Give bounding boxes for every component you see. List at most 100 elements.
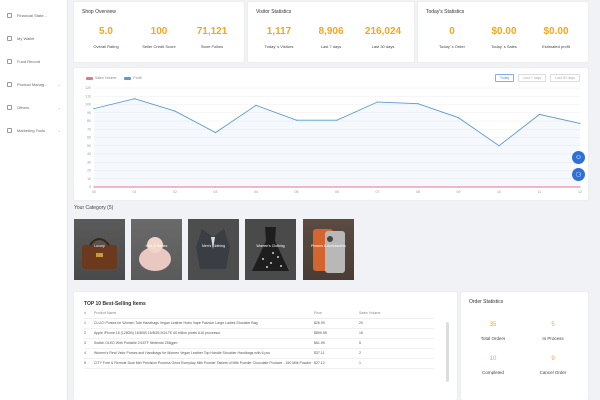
stat-todays-sales: $0.00 Today' s Sales xyxy=(476,26,532,49)
dress-image xyxy=(252,227,289,271)
y-tick-label: 120 xyxy=(85,86,91,90)
support-button[interactable]: ⚆ xyxy=(572,168,585,181)
grid-icon xyxy=(7,105,12,110)
todays-statistics-card: Today's Statistics 0 Today' s Order $0.0… xyxy=(418,2,588,62)
stat-last-7-days: 8,906 Last 7 days xyxy=(303,26,359,49)
profit-point[interactable] xyxy=(93,108,95,110)
profit-point[interactable] xyxy=(295,119,298,121)
row-sales-volume: 20 xyxy=(359,318,434,329)
table-row[interactable]: 5 CITY Fore & Remote Dual Met Precision … xyxy=(84,358,434,369)
megaphone-icon xyxy=(7,128,12,133)
sales-volume-point[interactable] xyxy=(579,186,581,188)
profit-point[interactable] xyxy=(376,101,379,103)
sidebar-item-my-wallet[interactable]: My Wallet xyxy=(0,27,67,50)
order-stat-completed: 10 Completed xyxy=(463,356,523,375)
sales-volume-point[interactable] xyxy=(133,186,136,188)
sidebar-item-product-management[interactable]: Product Manag... ⌄ xyxy=(0,73,67,96)
sales-volume-point[interactable] xyxy=(538,186,541,188)
sidebar-item-fund-record[interactable]: Fund Record xyxy=(0,50,67,73)
sales-volume-point[interactable] xyxy=(457,186,460,188)
stat-overall-rating: 5.0 Overall Rating xyxy=(78,26,134,49)
row-sales-volume: 2 xyxy=(359,348,434,359)
sidebar-item-others[interactable]: Others ⌄ xyxy=(0,96,67,119)
row-product-name: CLUCI Purses for Women Tote Handbags Veg… xyxy=(94,318,314,329)
record-icon xyxy=(7,59,12,64)
x-tick-label: 00 xyxy=(92,190,96,194)
profit-point[interactable] xyxy=(538,113,541,115)
table-row[interactable]: 1 CLUCI Purses for Women Tote Handbags V… xyxy=(84,318,434,329)
sales-volume-point[interactable] xyxy=(498,186,500,188)
stat-value: 5.0 xyxy=(99,26,113,37)
y-tick-label: 100 xyxy=(85,103,91,107)
row-rank: 3 xyxy=(84,338,94,349)
order-stat-value: 35 xyxy=(489,322,497,328)
order-stat-total: 35 Total Orders xyxy=(463,322,523,341)
order-stat-label: Cancel Order xyxy=(539,370,567,375)
sales-volume-point[interactable] xyxy=(295,186,298,188)
table-row[interactable]: 2 Apple iPhone 15 (128GB) 15/8GB 15/8GB … xyxy=(84,328,434,339)
stat-value: 0 xyxy=(449,26,455,37)
category-kids-babies[interactable]: Kids & Babies xyxy=(131,219,182,280)
card-title: Today's Statistics xyxy=(426,9,465,15)
profit-point[interactable] xyxy=(174,110,176,112)
stat-label: Store Follow xyxy=(200,44,224,49)
visitor-statistics-card: Visitor Statistics 1,117 Today' s Visito… xyxy=(248,2,414,62)
chat-button[interactable]: ☺ xyxy=(572,151,585,164)
profit-point[interactable] xyxy=(336,119,338,121)
y-tick-label: 80 xyxy=(87,119,91,123)
category-title: Your Category xyxy=(74,205,106,211)
profit-point[interactable] xyxy=(579,122,581,125)
table-row[interactable]: 4 Women's Real Velor Purses and Handbags… xyxy=(84,348,434,359)
row-product-name: CITY Fore & Remote Dual Met Precision Pr… xyxy=(94,358,314,369)
stat-last-30-days: 216,024 Last 30 days xyxy=(355,26,411,49)
stat-label: Overall Rating xyxy=(93,44,119,49)
sidebar-item-label: My Wallet xyxy=(17,36,35,41)
sales-volume-point[interactable] xyxy=(255,186,257,188)
category-luxury[interactable]: Luxury xyxy=(74,219,125,280)
stat-value: 216,024 xyxy=(364,26,402,37)
sales-volume-point[interactable] xyxy=(336,186,338,188)
sales-volume-point[interactable] xyxy=(417,186,419,188)
box-icon xyxy=(7,82,12,87)
profit-point[interactable] xyxy=(498,145,500,147)
order-stat-label: Completed xyxy=(482,370,504,375)
row-price: $61.95 xyxy=(314,338,359,349)
category-count: (5) xyxy=(107,205,114,211)
row-price: $27.12 xyxy=(314,358,359,369)
sidebar-item-label: Others xyxy=(17,105,30,110)
stat-store-follow: 71,121 Store Follow xyxy=(184,26,240,49)
stat-label: Today' s Order xyxy=(439,44,465,49)
stat-value: 71,121 xyxy=(196,26,228,37)
y-tick-label: 90 xyxy=(87,111,91,115)
x-tick-label: 01 xyxy=(133,190,137,194)
table-row[interactable]: 3 Switch OLED With Portable 2/16TF Ninte… xyxy=(84,338,434,349)
table-header-row: # Product Name Price Sales Volume xyxy=(84,309,434,319)
row-price: $899.98 xyxy=(314,328,359,339)
x-tick-label: 09 xyxy=(457,190,461,194)
x-tick-label: 06 xyxy=(335,190,339,194)
profit-point[interactable] xyxy=(255,104,257,106)
category-mens-clothing[interactable]: Men's Clothing xyxy=(188,219,239,280)
sales-volume-point[interactable] xyxy=(174,186,176,188)
category-phones-accessories[interactable]: Phones & Accessories xyxy=(303,219,354,280)
y-tick-label: 50 xyxy=(87,144,91,148)
card-title: Visitor Statistics xyxy=(256,9,292,15)
profit-area xyxy=(94,98,580,187)
sales-volume-point[interactable] xyxy=(214,186,217,188)
sales-volume-point[interactable] xyxy=(93,186,95,188)
sidebar-item-marketing-tools[interactable]: Marketing Tools ⌄ xyxy=(0,119,67,142)
profit-point[interactable] xyxy=(214,131,217,134)
stat-label: Today' s Sales xyxy=(491,44,517,49)
category-heading: Your Category (5) xyxy=(74,205,113,211)
profit-point[interactable] xyxy=(417,103,419,105)
table-scrollbar[interactable] xyxy=(446,322,449,382)
category-womens-clothing[interactable]: Women's Clothing xyxy=(245,219,296,280)
profit-point[interactable] xyxy=(457,117,460,119)
order-stat-value: 9 xyxy=(551,356,555,362)
sidebar-item-financial-statements[interactable]: Financial State... xyxy=(0,4,67,27)
y-tick-label: 40 xyxy=(87,152,91,156)
x-tick-label: 12 xyxy=(578,190,582,194)
row-product-name: Apple iPhone 15 (128GB) 15/8GB 15/8GB 5G… xyxy=(94,328,314,339)
profit-point[interactable] xyxy=(133,98,136,100)
sales-volume-point[interactable] xyxy=(376,186,379,188)
